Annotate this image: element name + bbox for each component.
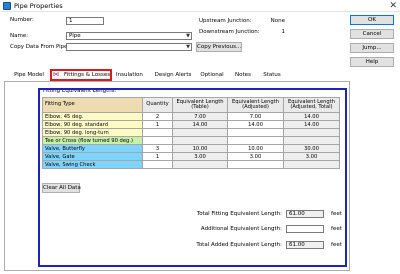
cancel-button[interactable]: Cancel <box>350 29 394 39</box>
fittings-icon: ⋈ <box>53 71 59 78</box>
highlight-frame <box>38 88 347 267</box>
chevron-down-icon[interactable]: ▼ <box>186 33 190 39</box>
copy-data-combo[interactable]: ▼ <box>66 43 192 51</box>
name-combo[interactable]: Pipe ▼ <box>66 32 192 40</box>
tab-notes[interactable]: Notes <box>234 71 252 80</box>
close-icon[interactable]: ✕ <box>389 1 397 11</box>
tab-pipe-model[interactable]: Pipe Model <box>12 71 46 80</box>
upstream-junction-value: None <box>270 18 285 24</box>
copy-data-label: Copy Data From Pipe... <box>10 44 73 50</box>
ok-button[interactable]: OK <box>350 15 394 25</box>
app-icon <box>3 2 11 10</box>
tab-status[interactable]: Status <box>261 71 283 80</box>
name-label: Name: <box>10 33 29 39</box>
number-field[interactable]: 1 <box>66 17 104 25</box>
jump-button[interactable]: Jump... <box>350 43 394 53</box>
name-value: Pipe <box>69 33 81 39</box>
number-label: Number: <box>10 17 34 23</box>
tab-fittings-losses[interactable]: ⋈ Fittings & Losses <box>50 69 112 81</box>
window-title: Pipe Properties <box>14 2 63 10</box>
tab-optional[interactable]: Optional <box>199 71 225 80</box>
tab-fittings-label: Fittings & Losses <box>64 72 111 78</box>
downstream-junction-label: Downstream Junction: <box>199 29 260 35</box>
chevron-down-icon[interactable]: ▼ <box>186 44 190 50</box>
tab-insulation[interactable]: Insulation <box>116 71 143 80</box>
help-button[interactable]: Help <box>350 57 394 67</box>
tab-design-alerts[interactable]: Design Alerts <box>154 71 192 80</box>
downstream-junction-value: 1 <box>281 29 286 35</box>
copy-previous-button[interactable]: Copy Previous... <box>196 42 242 52</box>
upstream-junction-label: Upstream Junction: <box>199 18 252 24</box>
